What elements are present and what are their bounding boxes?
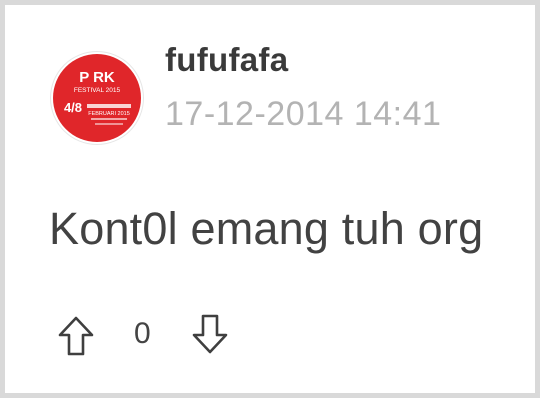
logo-text-month: FEBRUARI 2015 — [88, 111, 130, 117]
comment-card: P RK FESTIVAL 2015 4/8 FEBRUARI 2015 fuf… — [0, 0, 540, 398]
vote-count: 0 — [134, 317, 151, 350]
arrow-down-icon — [192, 314, 228, 354]
downvote-button[interactable] — [191, 313, 229, 355]
username[interactable]: fufufafa — [165, 41, 288, 79]
logo-text-top: P RK — [79, 69, 115, 86]
logo-text-festival: FESTIVAL 2015 — [74, 87, 121, 94]
arrow-up-icon — [58, 316, 94, 356]
timestamp: 17-12-2014 14:41 — [165, 95, 442, 133]
logo-text-date: 4/8 — [64, 100, 82, 115]
festival-logo-icon: P RK FESTIVAL 2015 4/8 FEBRUARI 2015 — [53, 54, 141, 142]
avatar[interactable]: P RK FESTIVAL 2015 4/8 FEBRUARI 2015 — [51, 52, 143, 144]
comment-text: Kont0l emang tuh org — [49, 203, 484, 254]
upvote-button[interactable] — [57, 315, 95, 357]
